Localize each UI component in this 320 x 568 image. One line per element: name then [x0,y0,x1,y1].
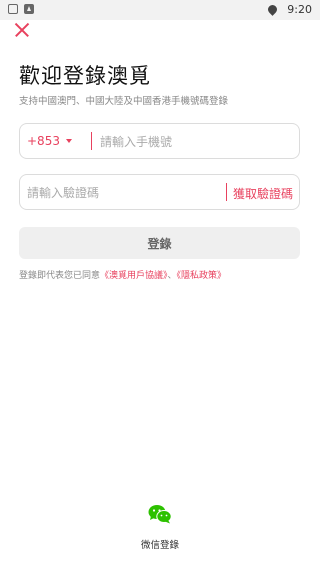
page-title: 歡迎登錄澳覓 [19,64,151,88]
user-agreement-link[interactable]: 《澳覓用戶協議》 [100,271,168,281]
status-bar: 9:20 [0,0,320,20]
location-icon [266,3,280,16]
privacy-policy-link[interactable]: 《隱私政策》 [177,271,227,281]
wechat-icon [148,505,172,524]
login-button[interactable]: 登錄 [19,227,300,259]
status-right: 9:20 [266,3,312,16]
country-code-selector[interactable]: +853 [27,134,72,148]
divider [91,132,92,150]
phone-input[interactable] [100,134,290,150]
phone-field: +853 [19,123,300,159]
agreement-prefix: 登錄即代表您已同意 [19,271,101,281]
agreement-text: 登錄即代表您已同意《澳覓用戶協議》、《隱私政策》 [19,268,226,281]
close-icon[interactable] [12,20,32,40]
get-code-button[interactable]: 獲取驗證碼 [233,185,293,202]
wechat-login-button[interactable] [144,498,176,530]
wechat-login-label: 微信登錄 [140,540,179,551]
status-left [8,4,34,14]
country-code-value: +853 [27,134,60,148]
status-time: 9:20 [287,3,312,16]
divider [226,183,227,201]
page-subtitle: 支持中國澳門、中國大陸及中國香港手機號碼登錄 [19,96,229,107]
caret-down-icon [65,139,72,143]
verification-code-input[interactable] [27,185,217,201]
gallery-notification-icon [8,4,18,14]
code-field: 獲取驗證碼 [19,174,300,210]
app-notification-icon [24,4,34,14]
agreement-separator: 、 [167,271,177,281]
